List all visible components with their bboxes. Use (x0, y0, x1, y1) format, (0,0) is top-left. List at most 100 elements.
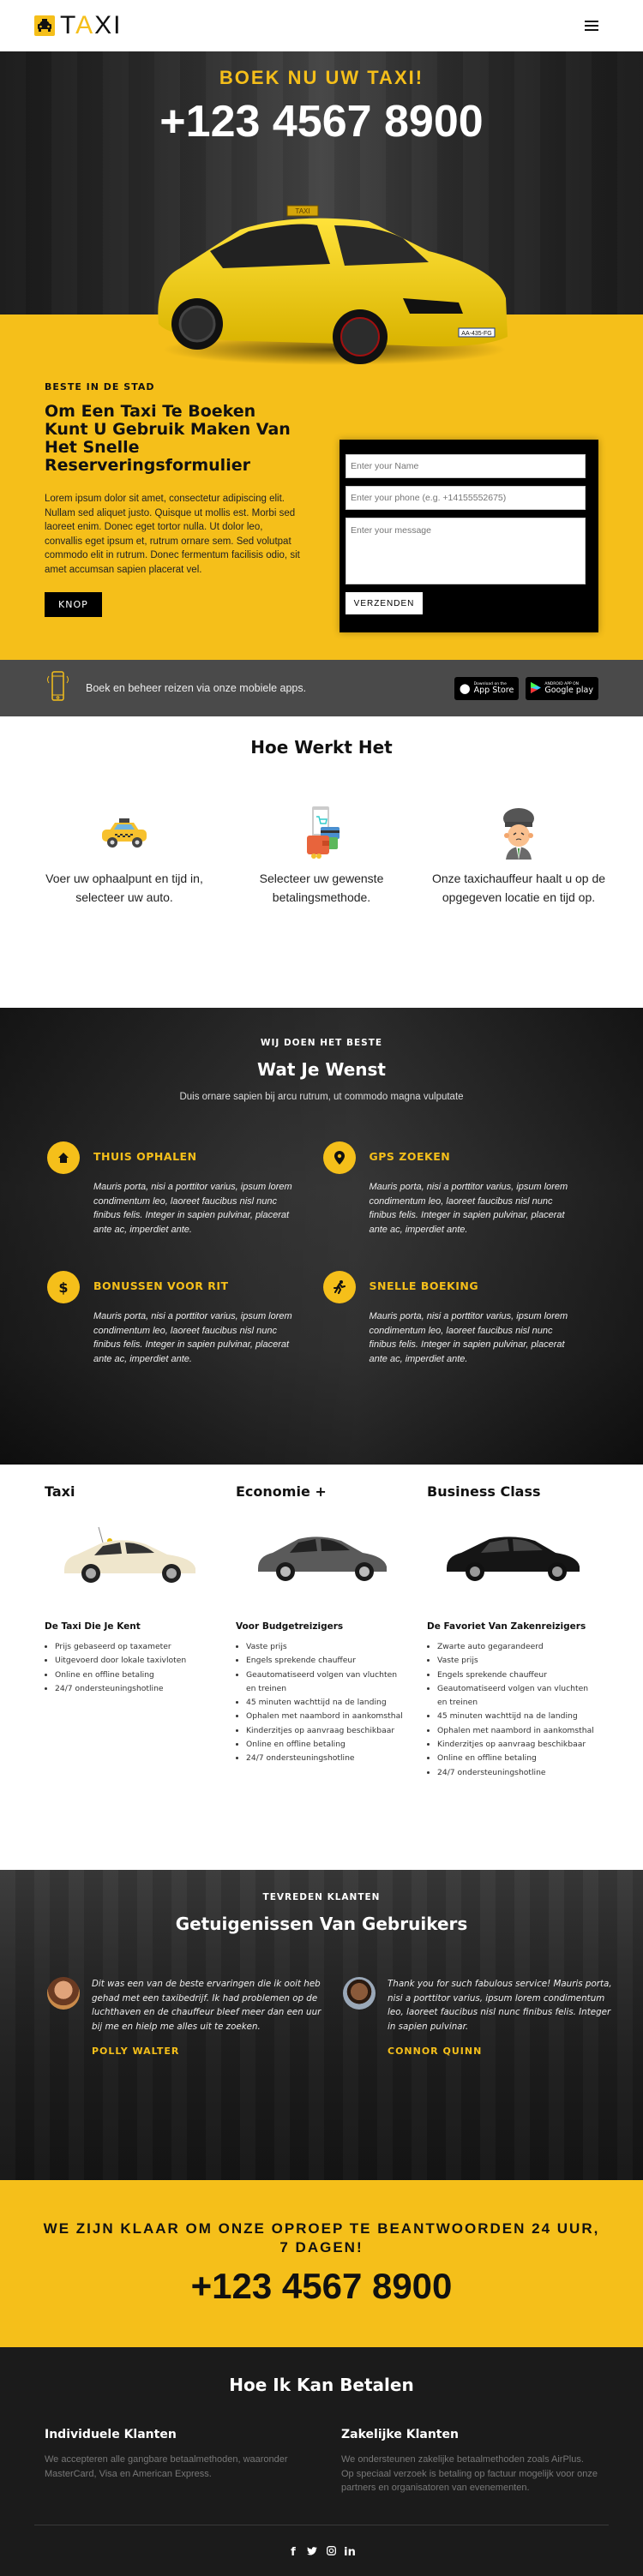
cta-phone[interactable]: +123 4567 8900 (0, 2266, 643, 2307)
car-feature-item: Ophalen met naambord in aankomsthal (246, 1710, 407, 1723)
car-class-economy: Economie + Voor Budgetreizigers Vaste pr… (236, 1483, 407, 1870)
feature-item: GPS ZOEKEN Mauris porta, nisi a porttitor… (322, 1141, 599, 1237)
testimonial-text: Dit was een van de beste ervaringen die … (92, 1979, 322, 2032)
testimonial: Dit was een van de beste ervaringen die … (47, 1977, 322, 2057)
car-feature-item: Online en offline betaling (437, 1752, 598, 1765)
footer-col-title: Zakelijke Klanten (341, 2428, 459, 2441)
apple-icon: ● (459, 680, 471, 696)
how-step: Onze taxichauffeur haalt u op de opgegev… (429, 807, 609, 907)
car-feature-item: Vaste prijs (437, 1654, 598, 1668)
map-pin-icon (322, 1141, 356, 1174)
facebook-icon[interactable]: f (287, 2546, 299, 2559)
car-feature-item: 24/7 ondersteuningshotline (437, 1766, 598, 1780)
call-to-action-section: WE ZIJN KLAAR OM ONZE OPROEP TE BEANTWOO… (0, 2180, 643, 2347)
running-icon (322, 1271, 356, 1303)
linkedin-icon[interactable]: in (344, 2546, 356, 2559)
mobile-apps-bar: Boek en beheer reizen via onze mobiele a… (0, 660, 643, 716)
testimonials-section: TEVREDEN KLANTEN Getuigenissen Van Gebru… (0, 1870, 643, 2180)
logo-text: TAXI (60, 13, 122, 39)
how-step-text: Onze taxichauffeur haalt u op de opgegev… (431, 872, 606, 904)
footer: Hoe Ik Kan Betalen Individuele Klanten W… (0, 2347, 643, 2576)
hero-phone[interactable]: +123 4567 8900 (0, 96, 643, 147)
car-classes-section: Taxi De Taxi Die Je Kent Prijs gebaseerd… (0, 1465, 643, 1870)
testimonials-title: Getuigenissen Van Gebruikers (175, 1914, 468, 1934)
business-car-image (427, 1508, 598, 1603)
phone-input[interactable] (346, 486, 586, 510)
services-title: Wat Je Wenst (257, 1059, 386, 1080)
logo-letter-a: A (75, 11, 95, 39)
car-feature-item: Online en offline betaling (55, 1668, 216, 1682)
cta-text: WE ZIJN KLAAR OM ONZE OPROEP TE BEANTWOO… (43, 2220, 600, 2255)
car-feature-item: Kinderzitjes op aanvraag beschikbaar (246, 1724, 407, 1738)
social-links: f in (0, 2546, 643, 2559)
site-header: TAXI (0, 0, 643, 51)
knop-button[interactable]: KNOP (45, 592, 102, 617)
car-feature-item: 24/7 ondersteuningshotline (55, 1682, 216, 1696)
instagram-icon[interactable] (325, 2545, 337, 2559)
logo[interactable]: TAXI (34, 13, 122, 39)
logo-letter-t: T (60, 11, 76, 39)
booking-form: VERZENDEN (340, 440, 598, 632)
taxi-icon (34, 807, 214, 859)
testimonial-author: POLLY WALTER (92, 2046, 180, 2057)
car-feature-list: Vaste prijsEngels sprekende chauffeurGea… (236, 1640, 407, 1766)
feature-item: SNELLE BOEKING Mauris porta, nisi a portt… (322, 1271, 599, 1366)
page: TAXI BOEK NU UW TAXI! +123 4567 8900 TAX… (0, 0, 643, 2576)
googleplay-big-text: Google play (544, 685, 593, 695)
message-textarea[interactable] (346, 518, 586, 584)
logo-letters-xi: XI (94, 11, 123, 39)
services-subtitle: Duis ornare sapien bij arcu rutrum, ut c… (179, 1092, 464, 1102)
feature-text: Mauris porta, nisi a porttitor varius, i… (369, 1182, 568, 1235)
car-class-title: Economie + (236, 1483, 327, 1500)
testimonials-kicker: TEVREDEN KLANTEN (262, 1892, 381, 1902)
car-feature-item: 45 minuten wachttijd na de landing (437, 1710, 598, 1723)
app-store-button[interactable]: ● Download on the App Store (454, 676, 520, 700)
car-feature-item: Ophalen met naambord in aankomsthal (437, 1724, 598, 1738)
footer-title: Hoe Ik Kan Betalen (229, 2375, 414, 2395)
mobile-phone-icon (45, 669, 70, 707)
how-step-text: Voer uw ophaalpunt en tijd in, selecteer… (45, 872, 203, 904)
feature-text: Mauris porta, nisi a porttitor varius, i… (93, 1311, 292, 1364)
taxi-logo-icon (34, 15, 55, 36)
feature-text: Mauris porta, nisi a porttitor varius, i… (93, 1182, 292, 1235)
car-class-title: Taxi (45, 1483, 75, 1500)
hamburger-icon[interactable] (585, 21, 598, 31)
car-feature-item: Engels sprekende chauffeur (246, 1654, 407, 1668)
testimonial: Thank you for such fabulous service! Mau… (343, 1977, 617, 2057)
dollar-glyph: $ (58, 1279, 69, 1296)
how-step: Voer uw ophaalpunt en tijd in, selecteer… (34, 807, 214, 907)
payment-icon (231, 806, 412, 859)
taxi-car-image (45, 1508, 216, 1603)
avatar (343, 1977, 376, 2010)
how-step-text: Selecteer uw gewenste betalingsmethode. (259, 872, 384, 904)
economy-car-image (236, 1508, 407, 1603)
twitter-icon[interactable] (306, 2546, 318, 2559)
feature-title: GPS ZOEKEN (369, 1150, 451, 1163)
services-kicker: WIJ DOEN HET BESTE (260, 1038, 383, 1048)
footer-col-text: We accepteren alle gangbare betaalmethod… (45, 2454, 288, 2479)
name-input[interactable] (346, 454, 586, 478)
footer-col-text: We ondersteunen zakelijke betaalmethoden… (341, 2454, 598, 2493)
apps-text: Boek en beheer reizen via onze mobiele a… (86, 682, 307, 694)
car-feature-item: Prijs gebaseerd op taxameter (55, 1640, 216, 1654)
appstore-big-text: App Store (473, 685, 514, 695)
car-feature-item: Geautomatiseerd volgen van vluchten en t… (246, 1668, 407, 1697)
car-feature-item: 45 minuten wachttijd na de landing (246, 1696, 407, 1710)
license-plate: AA-435-FG (461, 331, 491, 337)
feature-item: $ BONUSSEN VOOR RIT Mauris porta, nisi a … (47, 1271, 323, 1366)
car-class-business: Business Class De Favoriet Van Zakenreiz… (427, 1483, 598, 1870)
car-feature-item: Uitgevoerd door lokale taxivloten (55, 1654, 216, 1668)
car-feature-item: Zwarte auto gegarandeerd (437, 1640, 598, 1654)
car-feature-list: Zwarte auto gegarandeerdVaste prijsEngel… (427, 1640, 598, 1780)
feature-item: THUIS OPHALEN Mauris porta, nisi a portti… (47, 1141, 323, 1237)
booking-title: Om Een Taxi Te Boeken Kunt U Gebruik Mak… (45, 402, 291, 475)
taxi-sign-text: TAXI (295, 207, 309, 215)
car-class-title: Business Class (427, 1483, 541, 1500)
submit-button[interactable]: VERZENDEN (346, 592, 423, 614)
payment-business: Zakelijke Klanten We ondersteunen zakeli… (341, 2428, 598, 2495)
how-title: Hoe Werkt Het (250, 737, 393, 758)
payment-individual: Individuele Klanten We accepteren alle g… (45, 2428, 302, 2495)
booking-text: Lorem ipsum dolor sit amet, consectetur … (45, 494, 300, 575)
testimonial-text: Thank you for such fabulous service! Mau… (388, 1979, 612, 2032)
google-play-button[interactable]: ANDROID APP ON Google play (526, 676, 598, 700)
